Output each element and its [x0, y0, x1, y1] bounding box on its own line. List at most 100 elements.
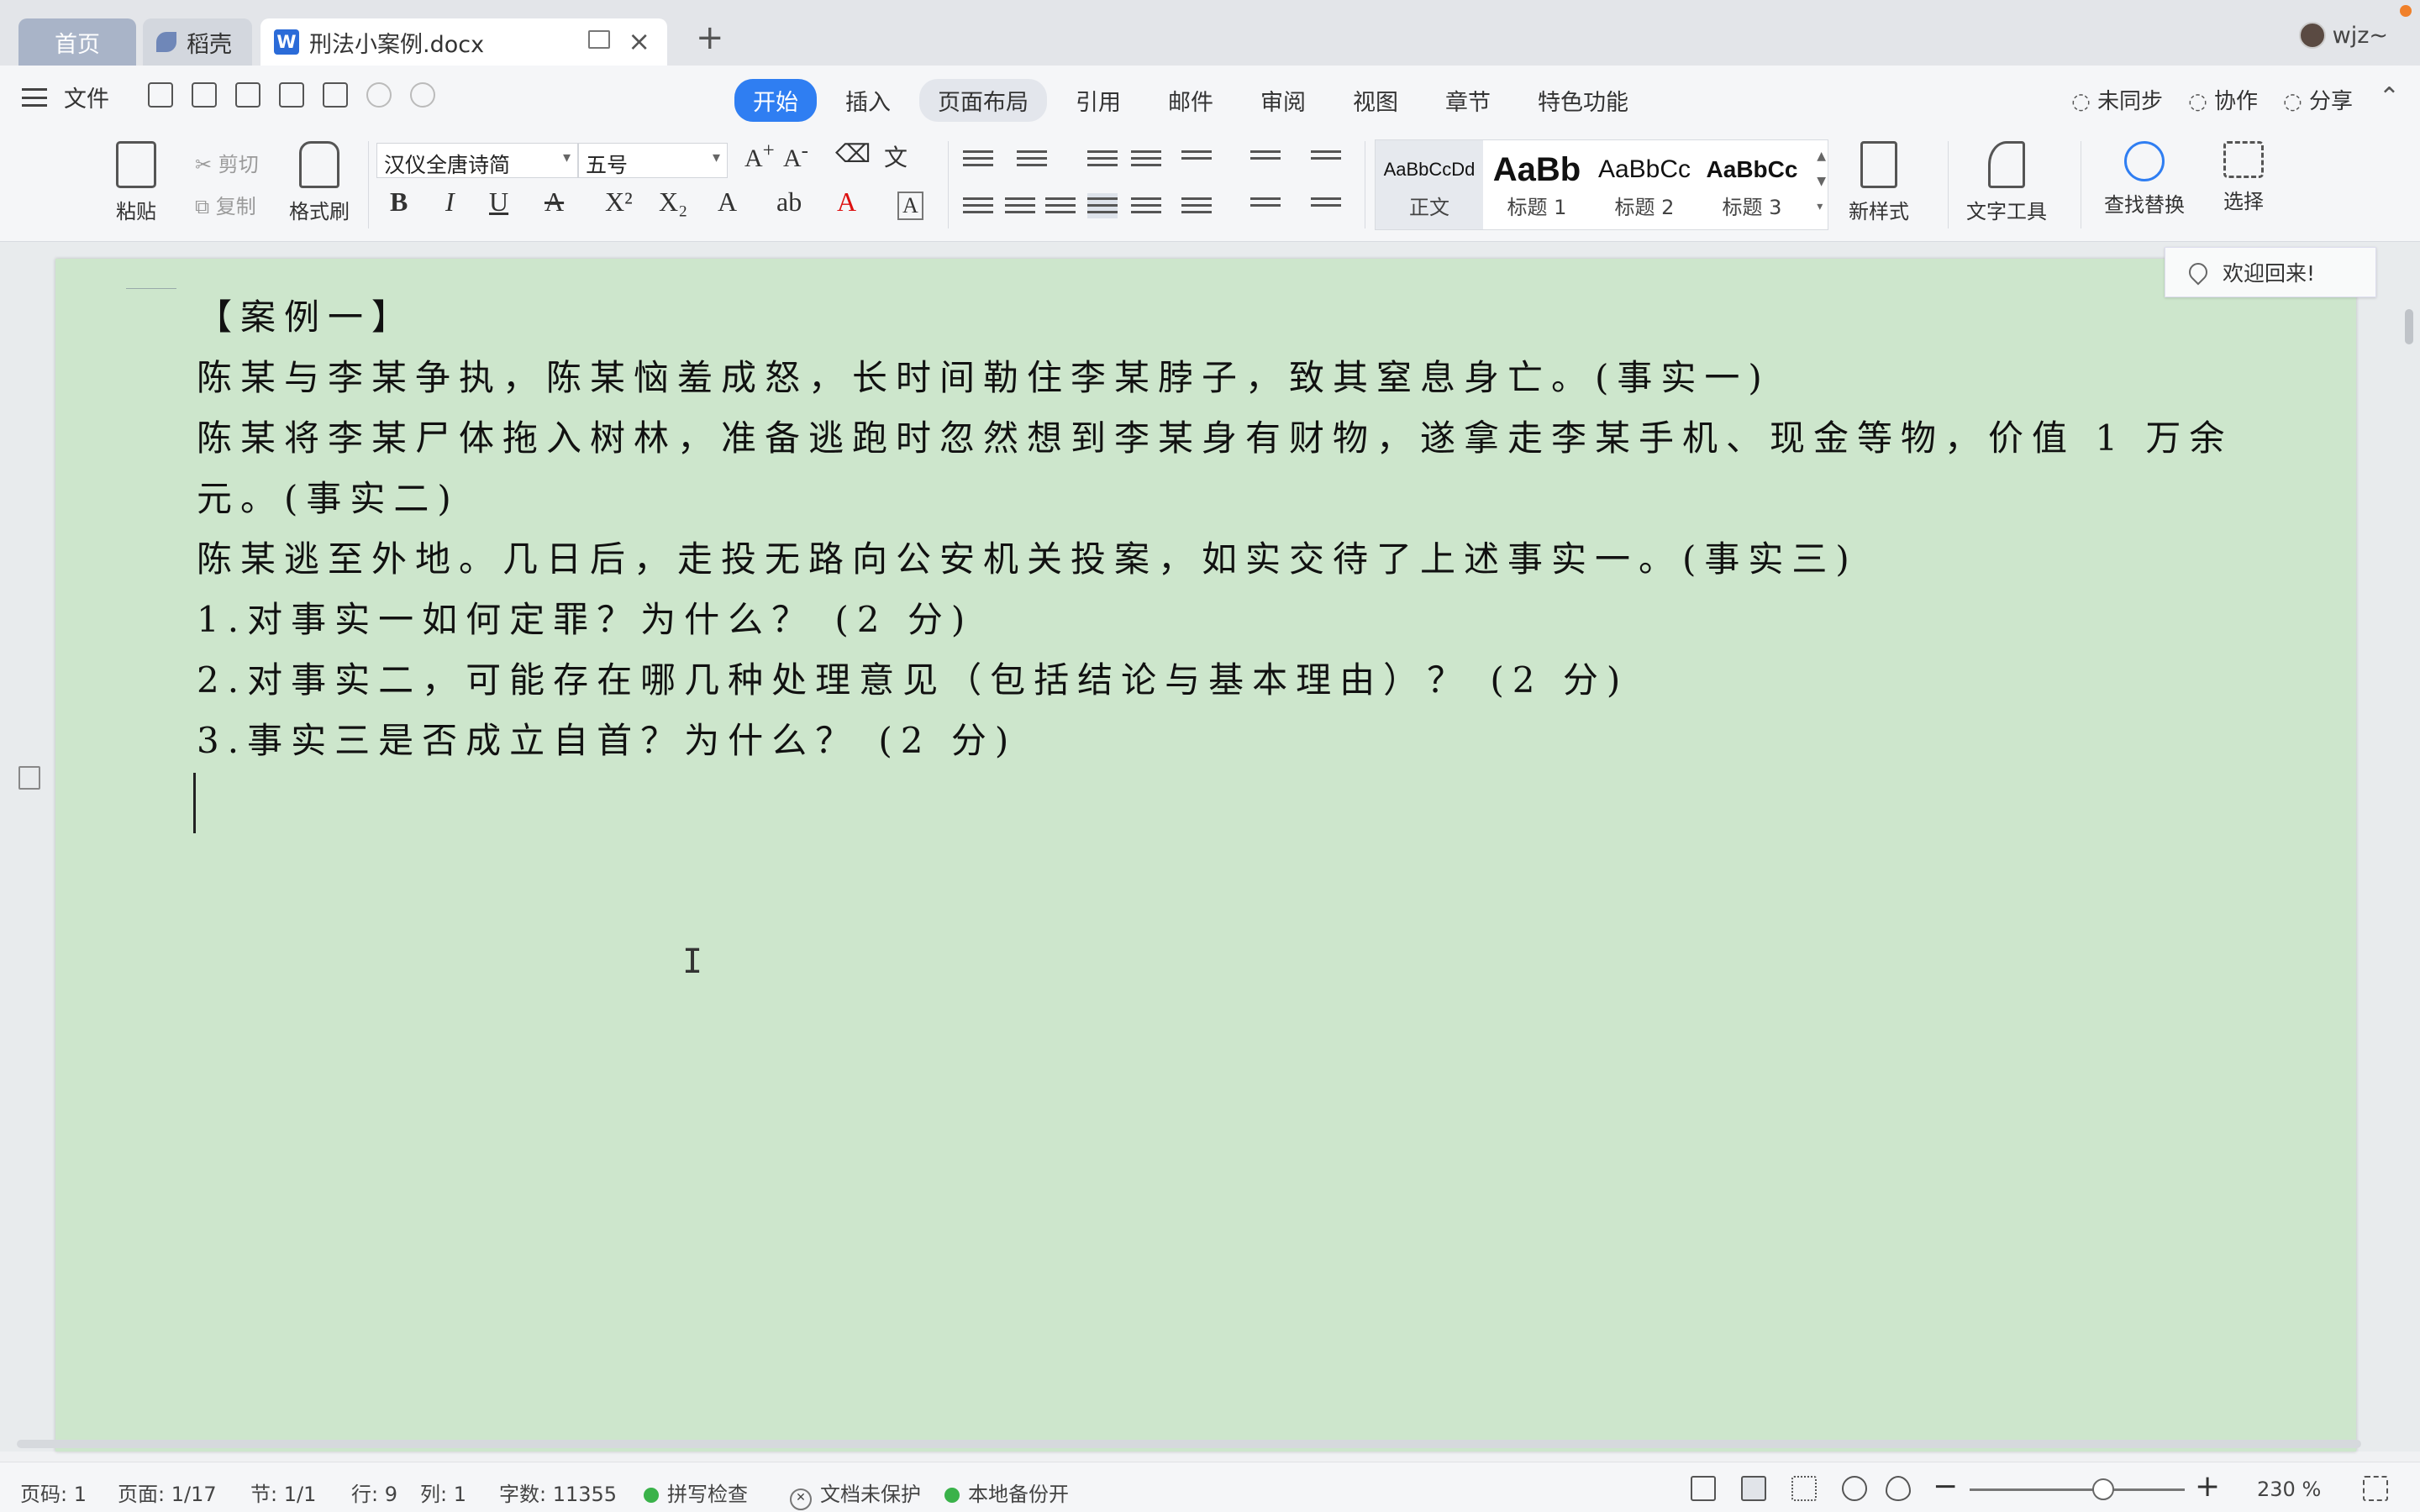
row-info[interactable]: 行: 9 [351, 1478, 397, 1507]
format-painter-button[interactable]: 格式刷 [289, 141, 350, 224]
column-info[interactable]: 列: 1 [420, 1478, 466, 1507]
collapse-ribbon-icon[interactable]: ⌃ [2379, 82, 2400, 112]
tab-special-features[interactable]: 特色功能 [1519, 79, 1647, 122]
subscript-button[interactable]: X₂ [659, 186, 687, 218]
page-view-icon[interactable] [1741, 1476, 1766, 1501]
phonetic-guide-icon[interactable]: 文 [884, 139, 908, 173]
print-icon[interactable] [279, 82, 304, 108]
text-effect-button[interactable]: A [718, 186, 737, 218]
monitor-icon[interactable] [588, 30, 610, 49]
tab-insert[interactable]: 插入 [827, 79, 909, 122]
decrease-indent-icon[interactable] [1087, 146, 1118, 171]
underline-button[interactable]: U [489, 186, 508, 218]
align-center-icon[interactable] [1005, 193, 1035, 218]
local-backup[interactable]: 本地备份开 [944, 1478, 1069, 1507]
web-view-icon[interactable] [1842, 1476, 1867, 1501]
style-heading-2[interactable]: AaBbCc 标题 2 [1591, 140, 1698, 229]
outline-view-icon[interactable] [1791, 1476, 1817, 1501]
export-pdf-icon[interactable] [235, 82, 260, 108]
page-count[interactable]: 页面: 1/17 [118, 1478, 217, 1507]
zoom-slider[interactable] [1970, 1488, 2185, 1491]
bold-button[interactable]: B [390, 186, 408, 218]
cut-button[interactable]: ✂ 剪切 [195, 148, 259, 177]
eye-protection-icon[interactable] [1886, 1476, 1911, 1501]
chinese-layout-icon[interactable] [1181, 146, 1212, 171]
copy-button[interactable]: ⧉ 复制 [195, 190, 256, 219]
collaborate-button[interactable]: 协作 [2188, 84, 2258, 115]
clear-format-icon[interactable]: ⌫ [835, 139, 871, 169]
tab-chapter[interactable]: 章节 [1427, 79, 1509, 122]
sync-button[interactable]: 未同步 [2071, 84, 2163, 115]
style-gallery-scroll[interactable]: ▲ ▼ ▾ [1817, 144, 1826, 219]
style-normal[interactable]: AaBbCcDd 正文 [1376, 140, 1483, 229]
document-protection[interactable]: 文档未保护 [790, 1478, 921, 1510]
numbered-list-icon[interactable] [1017, 146, 1047, 171]
file-menu[interactable]: 文件 [22, 81, 109, 113]
new-tab-button[interactable]: + [696, 18, 724, 57]
paste-label: 粘贴 [116, 200, 156, 223]
text-tools-button[interactable]: 文字工具 [1966, 141, 2047, 224]
zoom-level[interactable]: 230 % [2257, 1478, 2321, 1501]
zoom-in-button[interactable]: + [2195, 1469, 2220, 1504]
tab-page-layout[interactable]: 页面布局 [919, 79, 1047, 122]
tab-mail[interactable]: 邮件 [1150, 79, 1232, 122]
tab-review[interactable]: 审阅 [1242, 79, 1324, 122]
table-borders-icon[interactable] [1311, 146, 1341, 171]
word-count[interactable]: 字数: 11355 [499, 1478, 617, 1507]
font-color-button[interactable]: A [837, 186, 856, 218]
strikethrough-button[interactable]: A [544, 186, 564, 218]
save-icon[interactable] [192, 82, 217, 108]
grow-font-icon[interactable]: A+ [744, 139, 775, 173]
align-left-icon[interactable] [963, 193, 993, 218]
share-button[interactable]: 分享 [2283, 84, 2353, 115]
style-heading-3[interactable]: AaBbCc 标题 3 [1698, 140, 1806, 229]
bullet-list-icon[interactable] [963, 146, 993, 171]
document-body[interactable]: 【案例一】 陈某与李某争执，陈某恼羞成怒，长时间勒住李某脖子，致其窒息身亡。(事… [197, 287, 2297, 771]
font-size-select[interactable]: 五号 [578, 143, 728, 178]
tab-references[interactable]: 引用 [1057, 79, 1139, 122]
page-code[interactable]: 页码: 1 [20, 1478, 87, 1507]
align-right-icon[interactable] [1045, 193, 1076, 218]
zoom-slider-knob[interactable] [2092, 1478, 2114, 1500]
show-hide-marks-icon[interactable] [1250, 146, 1281, 171]
tab-view[interactable]: 视图 [1334, 79, 1417, 122]
print-preview-icon[interactable] [323, 82, 348, 108]
horizontal-scrollbar[interactable] [17, 1440, 2361, 1448]
welcome-popup[interactable]: 欢迎回来! [2165, 247, 2376, 297]
fit-window-icon[interactable] [2363, 1476, 2388, 1501]
highlight-button[interactable]: ab [776, 186, 802, 218]
tab-home[interactable]: 首页 [18, 18, 136, 66]
find-replace-button[interactable]: 查找替换 [2104, 141, 2185, 218]
close-icon[interactable]: × [628, 25, 650, 57]
undo-icon[interactable] [366, 82, 392, 108]
new-style-button[interactable]: 新样式 [1849, 141, 1909, 224]
tab-document[interactable]: W 刑法小案例.docx × [260, 18, 667, 66]
open-folder-icon[interactable] [148, 82, 173, 108]
line-spacing-icon[interactable] [1181, 193, 1212, 218]
justify-icon[interactable] [1087, 193, 1118, 218]
borders-icon[interactable] [1311, 193, 1341, 218]
fullscreen-icon[interactable] [1691, 1476, 1716, 1501]
tab-daoke[interactable]: 稻壳 [143, 18, 252, 66]
distributed-align-icon[interactable] [1131, 193, 1161, 218]
style-heading-1[interactable]: AaBb 标题 1 [1483, 140, 1591, 229]
navigation-pane-icon[interactable] [18, 766, 40, 790]
spell-check[interactable]: 拼写检查 [644, 1478, 748, 1507]
document-page[interactable]: 【案例一】 陈某与李某争执，陈某恼羞成怒，长时间勒住李某脖子，致其窒息身亡。(事… [55, 259, 2356, 1452]
vertical-scrollbar[interactable] [2403, 242, 2415, 1443]
zoom-out-button[interactable]: − [1933, 1469, 1958, 1504]
redo-icon[interactable] [410, 82, 435, 108]
paste-button[interactable]: 粘贴 [116, 141, 156, 224]
select-button[interactable]: 选择 [2223, 141, 2264, 214]
user-account[interactable]: wjz~ [2298, 22, 2388, 49]
shading-icon[interactable] [1250, 193, 1281, 218]
scroll-thumb[interactable] [2405, 309, 2413, 344]
section-info[interactable]: 节: 1/1 [250, 1478, 316, 1507]
char-border-button[interactable]: A [897, 192, 923, 220]
shrink-font-icon[interactable]: A- [783, 139, 808, 173]
superscript-button[interactable]: X² [605, 186, 633, 218]
italic-button[interactable]: I [445, 186, 455, 218]
tab-start[interactable]: 开始 [734, 79, 817, 122]
font-name-select[interactable]: 汉仪全唐诗简 [376, 143, 578, 178]
increase-indent-icon[interactable] [1131, 146, 1161, 171]
